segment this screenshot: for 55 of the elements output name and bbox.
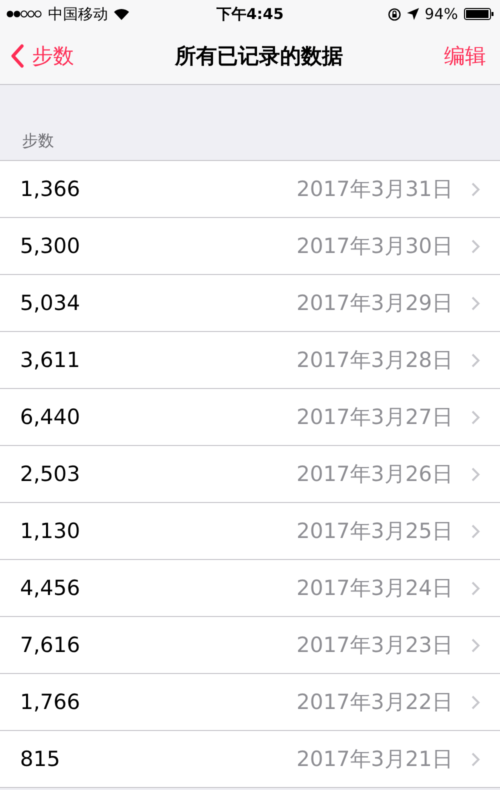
record-row[interactable]: 5,300 2017年3月30日 <box>0 218 500 275</box>
step-count: 1,366 <box>20 177 82 201</box>
status-time: 下午4:45 <box>215 4 285 24</box>
chevron-icon <box>471 638 480 652</box>
location-arrow-icon <box>406 8 419 20</box>
chevron-icon <box>471 694 480 710</box>
record-date: 2017年3月26日 <box>296 461 453 488</box>
record-date: 2017年3月31日 <box>296 176 453 203</box>
record-date: 2017年3月27日 <box>296 404 453 431</box>
step-count: 2,503 <box>20 462 82 486</box>
chevron-icon <box>471 466 480 482</box>
step-count: 1,130 <box>20 519 82 543</box>
chevron-icon <box>471 352 480 368</box>
chevron-icon <box>471 752 480 766</box>
chevron-icon <box>471 296 480 310</box>
record-row[interactable]: 4,456 2017年3月24日 <box>0 560 500 617</box>
record-row[interactable]: 1,130 2017年3月25日 <box>0 503 500 560</box>
wifi-icon <box>114 8 129 20</box>
record-date: 2017年3月29日 <box>296 290 453 317</box>
step-count: 4,456 <box>20 576 82 600</box>
record-row[interactable]: 7,616 2017年3月23日 <box>0 617 500 674</box>
chevron-icon <box>471 410 480 424</box>
record-row[interactable]: 5,034 2017年3月29日 <box>0 275 500 332</box>
record-date: 2017年3月23日 <box>296 632 453 659</box>
record-row[interactable]: 1,766 2017年3月22日 <box>0 674 500 731</box>
signal-icon <box>6 10 42 18</box>
step-count: 7,616 <box>20 633 82 657</box>
step-count: 5,034 <box>20 291 82 315</box>
record-date: 2017年3月24日 <box>296 575 453 602</box>
record-row[interactable]: 3,611 2017年3月28日 <box>0 332 500 389</box>
step-count: 815 <box>20 747 62 771</box>
record-date: 2017年3月25日 <box>296 518 453 545</box>
record-date: 2017年3月28日 <box>296 347 453 374</box>
battery-percent: 94% <box>424 5 458 23</box>
step-count: 3,611 <box>20 348 82 372</box>
section-header: 步数 <box>22 131 54 152</box>
rotation-lock-icon <box>388 8 401 20</box>
record-row[interactable]: 1,366 2017年3月31日 <box>0 161 500 218</box>
step-count: 6,440 <box>20 405 82 429</box>
record-date: 2017年3月30日 <box>296 233 453 260</box>
chevron-icon <box>471 524 480 538</box>
step-count: 1,766 <box>20 690 82 714</box>
step-count: 5,300 <box>20 234 82 258</box>
chevron-icon <box>471 182 480 196</box>
screen-title: 所有已记录的数据 <box>175 43 343 70</box>
record-row[interactable]: 6,440 2017年3月27日 <box>0 389 500 446</box>
record-row[interactable]: 2,503 2017年3月26日 <box>0 446 500 503</box>
record-date: 2017年3月21日 <box>296 746 453 773</box>
record-date: 2017年3月22日 <box>296 689 453 716</box>
battery-icon <box>464 8 494 20</box>
chevron-icon <box>471 238 480 254</box>
record-row[interactable]: 815 2017年3月21日 <box>0 731 500 788</box>
chevron-icon <box>471 580 480 596</box>
carrier-name: 中国移动 <box>48 4 108 24</box>
chevron-icon <box>10 44 24 68</box>
